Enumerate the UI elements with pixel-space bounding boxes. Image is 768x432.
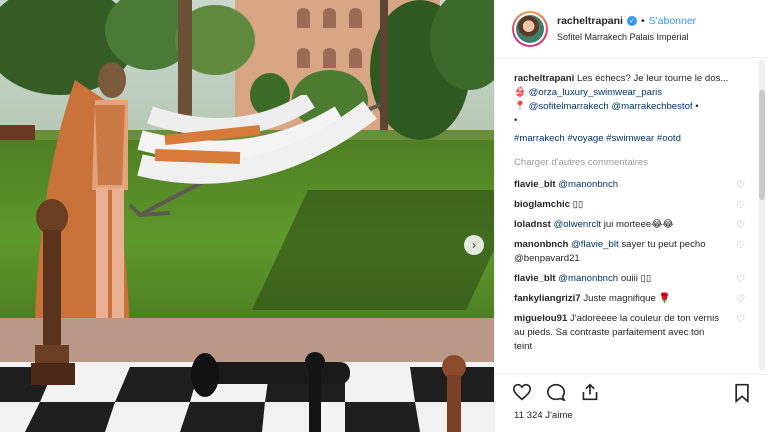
- verified-icon: ✓: [626, 16, 637, 26]
- swimsuit-icon: 👙: [514, 87, 526, 98]
- comment-row: fankyliangrizi7 Juste magnifique 🌹 ♡: [514, 292, 745, 306]
- photo-chess-piece-fallen: [191, 353, 350, 397]
- scrollbar-thumb[interactable]: [759, 90, 765, 200]
- caption-bullet: •: [695, 101, 699, 112]
- comment-like-icon[interactable]: ♡: [736, 179, 745, 193]
- post-actions: 11 324 J'aime: [495, 374, 768, 432]
- caption-bullet-line: •: [514, 115, 518, 126]
- comment-icon[interactable]: [546, 383, 566, 405]
- caption-mention-hotel[interactable]: @sofitelmarrakech @marrakechbestof: [529, 101, 693, 112]
- load-more-comments-button[interactable]: Charger d'autres commentaires: [514, 156, 745, 170]
- comment-row: flavie_blt @manonbnch ouiii ▯▯ ♡: [514, 272, 745, 286]
- heart-icon[interactable]: [512, 383, 532, 405]
- caption-mention-brand[interactable]: @orza_luxury_swimwear_paris: [529, 87, 662, 98]
- comment-username[interactable]: flavie_blt: [514, 273, 556, 284]
- comment-text: ouiii ▯▯: [620, 273, 652, 284]
- comment-row: miguelou91 J'adoreeee la couleur de ton …: [514, 312, 745, 354]
- share-icon[interactable]: [580, 383, 600, 405]
- comment-text: jui morteee😂😂: [603, 219, 674, 230]
- comment-row: flavie_blt @manonbnch ♡: [514, 178, 745, 192]
- post-caption: racheltrapani Les échecs? Je leur tourne…: [514, 72, 745, 146]
- comment-text: ▯▯: [572, 199, 584, 210]
- caption-text: Les échecs? Je leur tourne le dos...: [576, 73, 729, 84]
- post-side-panel: racheltrapani ✓ • S'abonner Sofitel Marr…: [494, 0, 768, 432]
- comments-list[interactable]: racheltrapani Les échecs? Je leur tourne…: [495, 58, 757, 374]
- comment-username[interactable]: miguelou91: [514, 313, 567, 324]
- comment-row: loladnst @olwenrclt jui morteee😂😂 ♡: [514, 218, 745, 232]
- comment-like-icon[interactable]: ♡: [736, 313, 745, 327]
- comment-like-icon[interactable]: ♡: [736, 293, 745, 307]
- comment-mention[interactable]: @flavie_blt: [571, 239, 619, 250]
- follow-button[interactable]: S'abonner: [649, 15, 697, 27]
- avatar-image: [516, 15, 544, 43]
- post-photo[interactable]: ›: [0, 0, 494, 432]
- header-username[interactable]: racheltrapani: [557, 15, 623, 27]
- comment-username[interactable]: loladnst: [514, 219, 551, 230]
- avatar[interactable]: [512, 11, 548, 47]
- caption-hashtags[interactable]: #marrakech #voyage #swimwear #ootd: [514, 132, 745, 146]
- comments-scrollbar[interactable]: [759, 60, 765, 370]
- photo-chess-piece-copper: [442, 355, 466, 432]
- comment-row: manonbnch @flavie_blt sayer tu peut pech…: [514, 238, 745, 266]
- comment-like-icon[interactable]: ♡: [736, 199, 745, 213]
- comment-row: bioglamchic ▯▯ ♡: [514, 198, 745, 212]
- pin-icon: 📍: [514, 101, 526, 112]
- comment-like-icon[interactable]: ♡: [736, 239, 745, 253]
- comment-username[interactable]: flavie_blt: [514, 179, 556, 190]
- comment-username[interactable]: fankyliangrizi7: [514, 293, 581, 304]
- likes-count[interactable]: 11 324 J'aime: [514, 410, 573, 421]
- comment-mention[interactable]: @olwenrclt: [553, 219, 601, 230]
- caption-username[interactable]: racheltrapani: [514, 73, 574, 84]
- comment-like-icon[interactable]: ♡: [736, 273, 745, 287]
- comment-like-icon[interactable]: ♡: [736, 219, 745, 233]
- photo-chess-piece-black: [305, 352, 325, 432]
- comment-text: Juste magnifique 🌹: [583, 293, 671, 304]
- bookmark-icon[interactable]: [733, 383, 751, 407]
- post-header: racheltrapani ✓ • S'abonner Sofitel Marr…: [495, 0, 768, 58]
- header-separator: •: [640, 15, 645, 27]
- instagram-post-view: › racheltrapani ✓ • S'abonner Sofitel Ma…: [0, 0, 768, 432]
- location-link[interactable]: Sofitel Marrakech Palais Impérial: [557, 32, 689, 42]
- comment-mention[interactable]: @manonbnch: [558, 273, 618, 284]
- carousel-next-button[interactable]: ›: [464, 235, 484, 255]
- comment-username[interactable]: manonbnch: [514, 239, 568, 250]
- header-user-row: racheltrapani ✓ • S'abonner: [557, 15, 696, 27]
- photo-chess-piece-brown: [31, 199, 75, 385]
- comment-username[interactable]: bioglamchic: [514, 199, 570, 210]
- comment-mention[interactable]: @manonbnch: [558, 179, 618, 190]
